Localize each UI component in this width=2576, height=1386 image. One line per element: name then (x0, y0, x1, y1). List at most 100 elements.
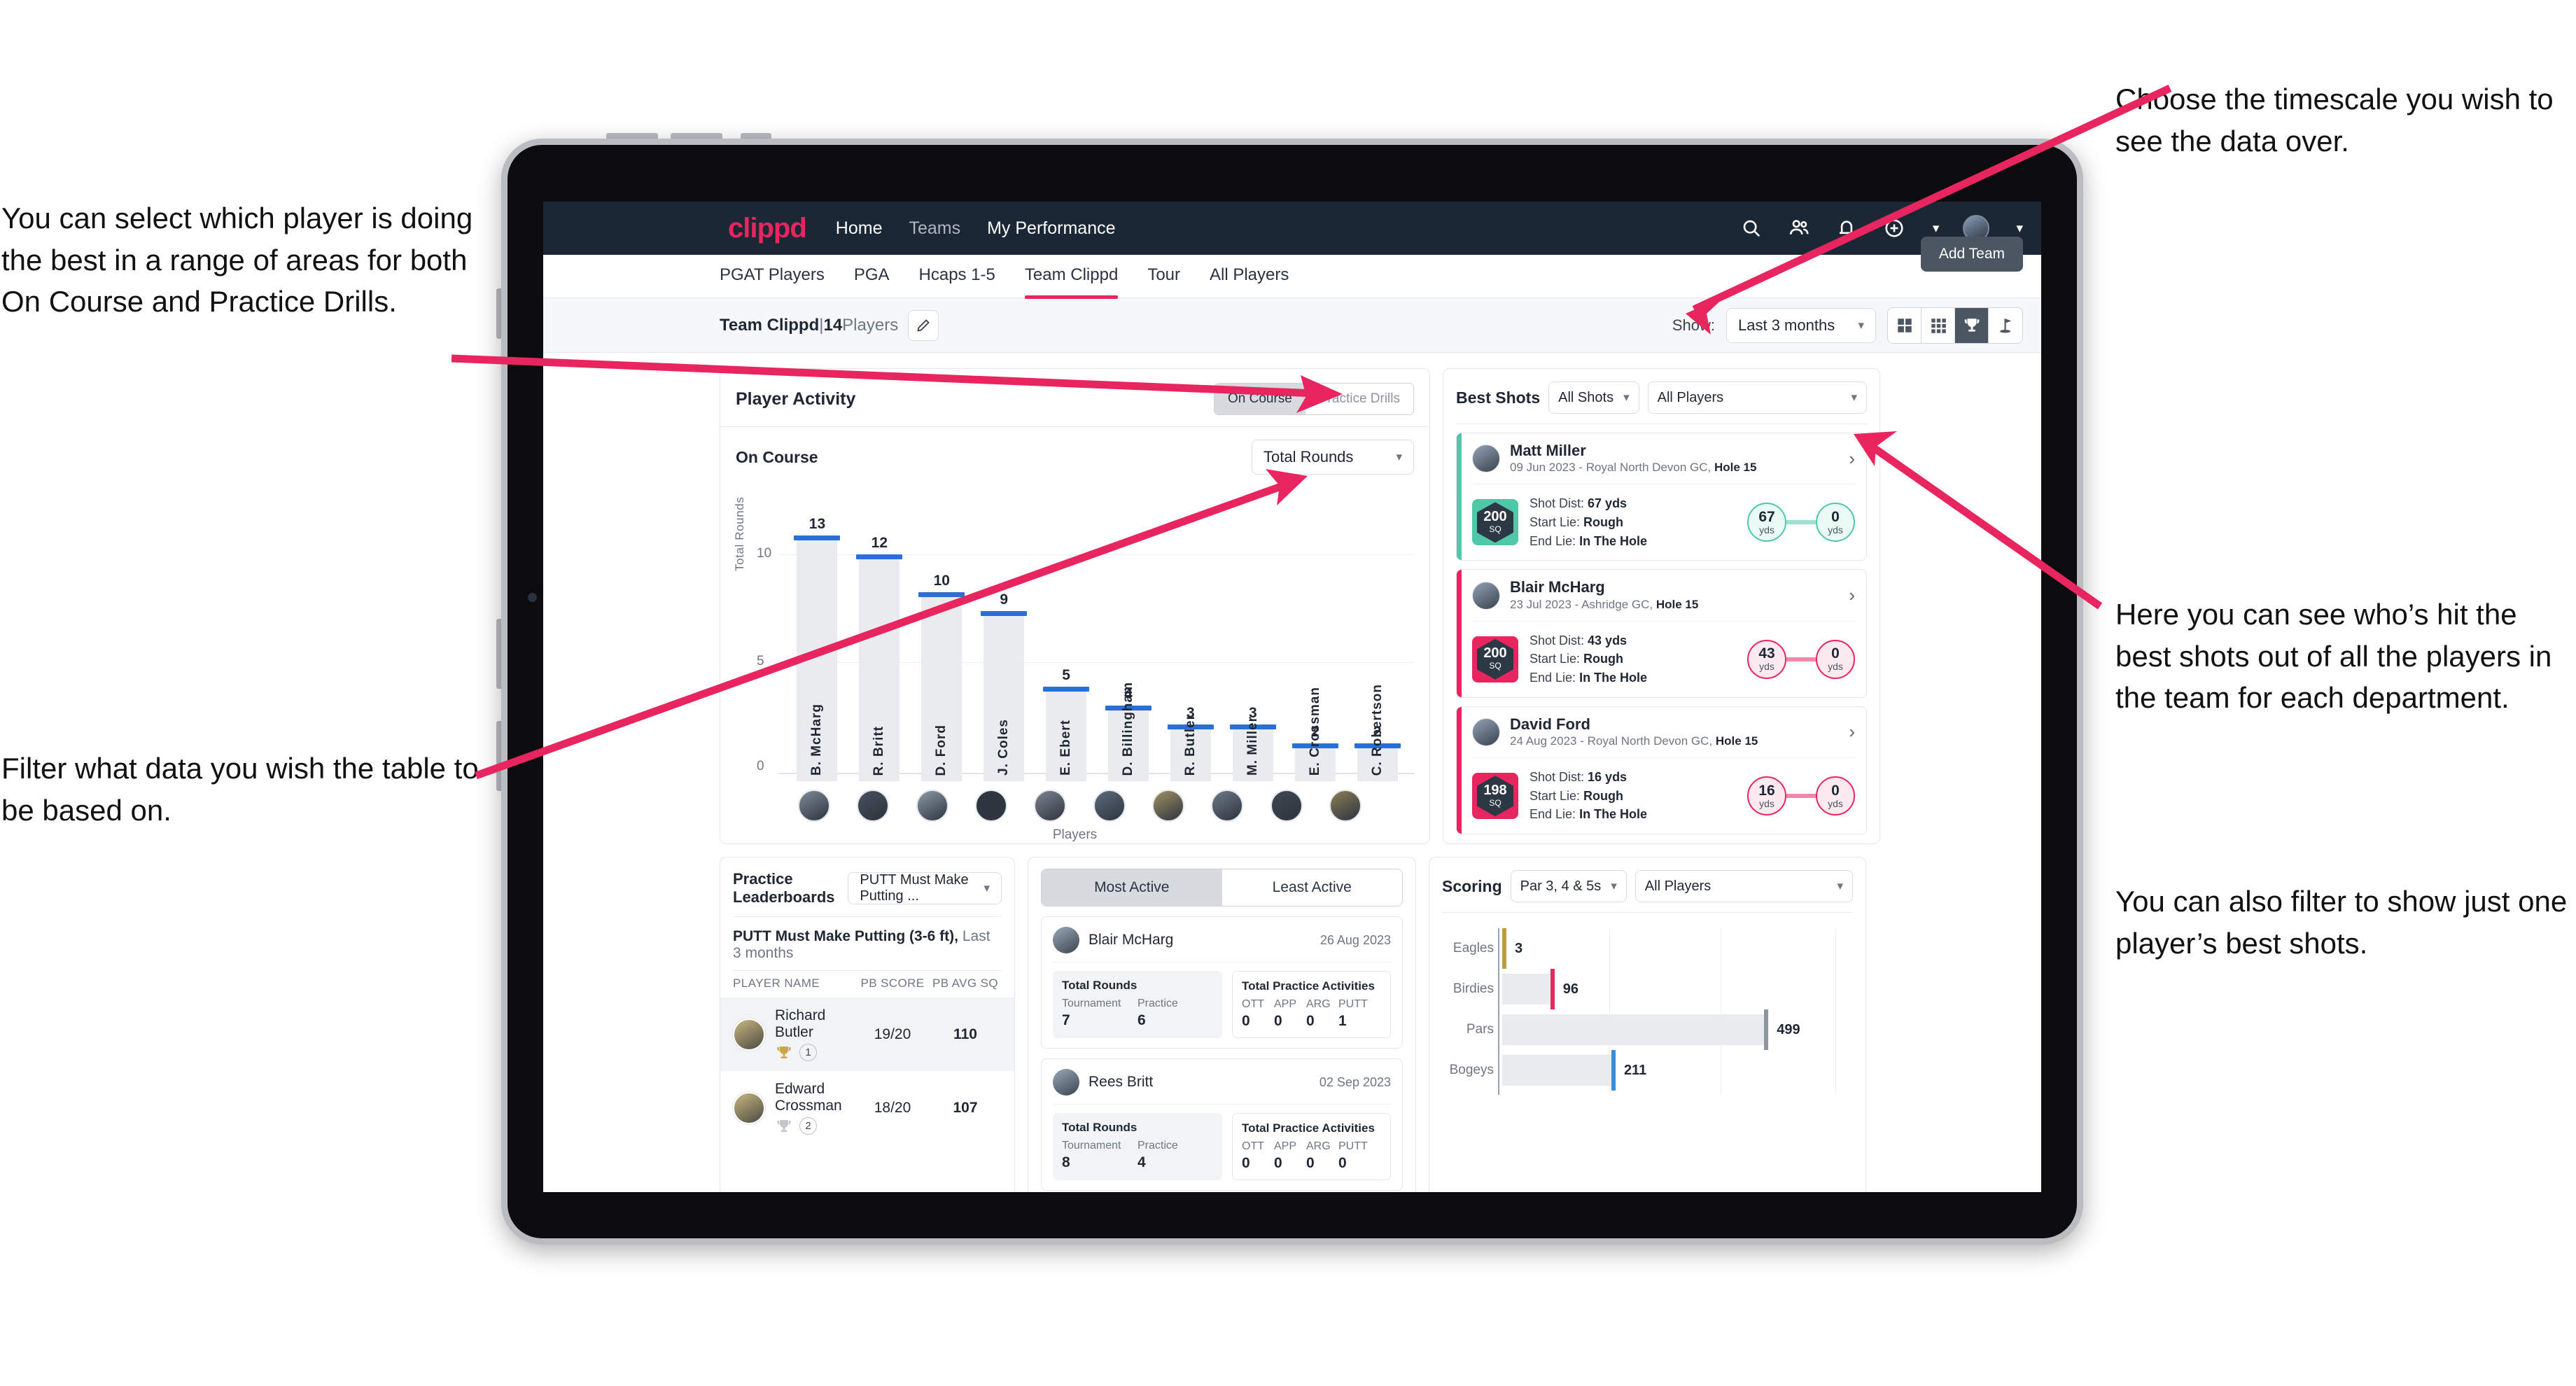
bar-category-label: E. Ebert (1058, 720, 1074, 776)
player-avatar[interactable] (1270, 790, 1303, 822)
clippd-logo[interactable]: clippd (728, 213, 807, 244)
best-shot-card[interactable]: Matt Miller 09 Jun 2023 - Royal North Dev… (1456, 433, 1867, 561)
people-icon[interactable] (1787, 216, 1811, 240)
bell-icon[interactable] (1835, 216, 1858, 240)
drill-select[interactable]: PUTT Must Make Putting ... ▾ (848, 872, 1002, 904)
player-avatar-row (785, 790, 1375, 822)
player-avatar[interactable] (1152, 790, 1184, 822)
avatar (733, 1091, 765, 1124)
end-lie-line: End Lie: In The Hole (1530, 671, 1648, 685)
pencil-icon[interactable] (908, 309, 939, 341)
tab-all-players[interactable]: All Players (1210, 265, 1289, 288)
player-avatar[interactable] (798, 790, 831, 822)
scoring-bar[interactable] (1502, 1055, 1614, 1086)
chevron-right-icon[interactable]: › (1849, 584, 1855, 606)
dashboard-row-1: Player Activity On Course Practice Drill… (720, 368, 2023, 844)
tab-team-clippd[interactable]: Team Clippd (1024, 265, 1119, 299)
scoring-player-value: All Players (1644, 878, 1712, 894)
to-value: 0 (1831, 782, 1840, 799)
player-activity-card: Player Activity On Course Practice Drill… (720, 368, 1430, 844)
rounds-values: 76 (1062, 1012, 1213, 1029)
bar-column: 12 R. Britt (848, 482, 911, 781)
segment-on-course[interactable]: On Course (1214, 384, 1306, 414)
nav-my-performance[interactable]: My Performance (987, 218, 1115, 239)
player-avatar[interactable] (975, 790, 1008, 822)
player-avatar[interactable] (1329, 790, 1362, 822)
nav-teams[interactable]: Teams (909, 218, 960, 239)
shot-hole: Hole 15 (1714, 461, 1757, 475)
bar-column: 5 E. Ebert (1035, 482, 1098, 781)
bar-category-label: M. Miller (1245, 715, 1260, 776)
shot-type-select[interactable]: All Shots ▾ (1548, 382, 1639, 414)
chevron-down-icon: ▾ (983, 881, 990, 895)
plus-circle-icon[interactable] (1882, 216, 1906, 240)
bar-column: 4 D. Billingham (1098, 482, 1160, 781)
best-shot-card[interactable]: Blair McHarg 23 Jul 2023 - Ashridge GC, H… (1456, 569, 1867, 698)
shot-accent-bar (1457, 433, 1462, 561)
trophy-icon[interactable] (1955, 307, 1989, 343)
grid-3x3-icon[interactable] (1921, 307, 1955, 343)
avatar (733, 1018, 765, 1051)
table-row[interactable]: Edward Crossman 2 18/20 107 (720, 1071, 1014, 1144)
grid-2x2-icon[interactable] (1888, 307, 1921, 343)
tab-tour[interactable]: Tour (1147, 265, 1180, 288)
tab-most-active[interactable]: Most Active (1042, 869, 1222, 906)
top-navbar: clippd Home Teams My Performance ▾ ▾ (543, 202, 2041, 255)
scoring-bar-row: Birdies 96 (1442, 969, 1853, 1009)
segment-practice-drills[interactable]: Practice Drills (1305, 384, 1413, 414)
shot-to-circle: 0 yds (1816, 639, 1855, 679)
pb-avg-sq-cell: 107 (953, 1099, 978, 1116)
scoring-bar-row: Bogeys 211 (1442, 1050, 1853, 1091)
player-avatar[interactable] (1034, 790, 1067, 822)
timescale-select[interactable]: Last 3 months ▾ (1726, 307, 1876, 343)
shot-hole: Hole 15 (1715, 734, 1758, 748)
best-shots-title: Best Shots (1456, 388, 1541, 407)
tab-least-active[interactable]: Least Active (1222, 869, 1402, 906)
distance-connector (1786, 520, 1816, 525)
shot-meta: 09 Jun 2023 - Royal North Devon GC, Hole… (1510, 461, 1757, 475)
distance-connector (1786, 657, 1816, 662)
player-avatar[interactable] (1093, 790, 1126, 822)
scoring-bar[interactable] (1502, 1014, 1768, 1045)
best-shot-card[interactable]: David Ford 24 Aug 2023 - Royal North Devo… (1456, 706, 1867, 835)
bar-column: 3 R. Butler (1159, 482, 1222, 781)
nav-home[interactable]: Home (836, 218, 883, 239)
practice-value: 0 (1242, 1155, 1250, 1171)
shot-distance-viz: 43 yds 0 yds (1747, 639, 1855, 679)
chevron-down-icon-profile[interactable]: ▾ (2016, 220, 2023, 237)
annotation-filter-table: Filter what data you wish the table to b… (1, 752, 479, 827)
player-avatar[interactable] (857, 790, 890, 822)
scoring-player-select[interactable]: All Players ▾ (1634, 870, 1853, 902)
chevron-right-icon[interactable]: › (1849, 448, 1855, 470)
add-team-button[interactable]: Add Team (1920, 237, 2023, 272)
tab-pga[interactable]: PGA (854, 265, 890, 288)
player-avatar[interactable] (1211, 790, 1244, 822)
scoring-bar-cap (1611, 1050, 1616, 1091)
practice-values: 0 0 0 1 (1242, 1013, 1381, 1030)
scoring-bar[interactable] (1502, 974, 1553, 1004)
practice-value: 0 (1306, 1013, 1315, 1029)
to-unit: yds (1828, 661, 1843, 673)
metric-select[interactable]: Total Rounds ▾ (1252, 440, 1414, 475)
practice-leaderboards-title: Practice Leaderboards (733, 870, 835, 906)
drill-name: PUTT Must Make Putting (3-6 ft), (733, 928, 958, 944)
activity-player-card[interactable]: Rees Britt 02 Sep 2023 Total Rounds Tournam… (1041, 1058, 1403, 1191)
flag-pin-icon[interactable] (1989, 307, 2022, 343)
tab-hcaps-1-5[interactable]: Hcaps 1-5 (919, 265, 995, 288)
practice-values: 0 0 0 0 (1242, 1155, 1381, 1172)
rounds-value: 8 (1062, 1154, 1070, 1170)
badge-unit: SQ (1489, 661, 1502, 671)
chevron-right-icon[interactable]: › (1849, 721, 1855, 743)
chevron-down-icon-add[interactable]: ▾ (1933, 220, 1940, 237)
search-icon[interactable] (1740, 216, 1763, 240)
tab-pgat-players[interactable]: PGAT Players (720, 265, 825, 288)
best-shots-player-select[interactable]: All Players ▾ (1647, 382, 1867, 414)
par-select[interactable]: Par 3, 4 & 5s ▾ (1510, 870, 1627, 902)
shot-card-header: David Ford 24 Aug 2023 - Royal North Devo… (1457, 707, 1866, 757)
table-row[interactable]: Richard Butler 1 19/20 110 (720, 997, 1014, 1071)
player-avatar[interactable] (916, 790, 948, 822)
shot-to-circle: 0 yds (1816, 503, 1855, 542)
bar-value: 13 (808, 516, 826, 532)
shot-details: Shot Dist: 43 yds Start Lie: Rough End Lie… (1530, 631, 1647, 687)
activity-player-card[interactable]: Blair McHarg 26 Aug 2023 Total Rounds Tourn… (1041, 916, 1403, 1049)
